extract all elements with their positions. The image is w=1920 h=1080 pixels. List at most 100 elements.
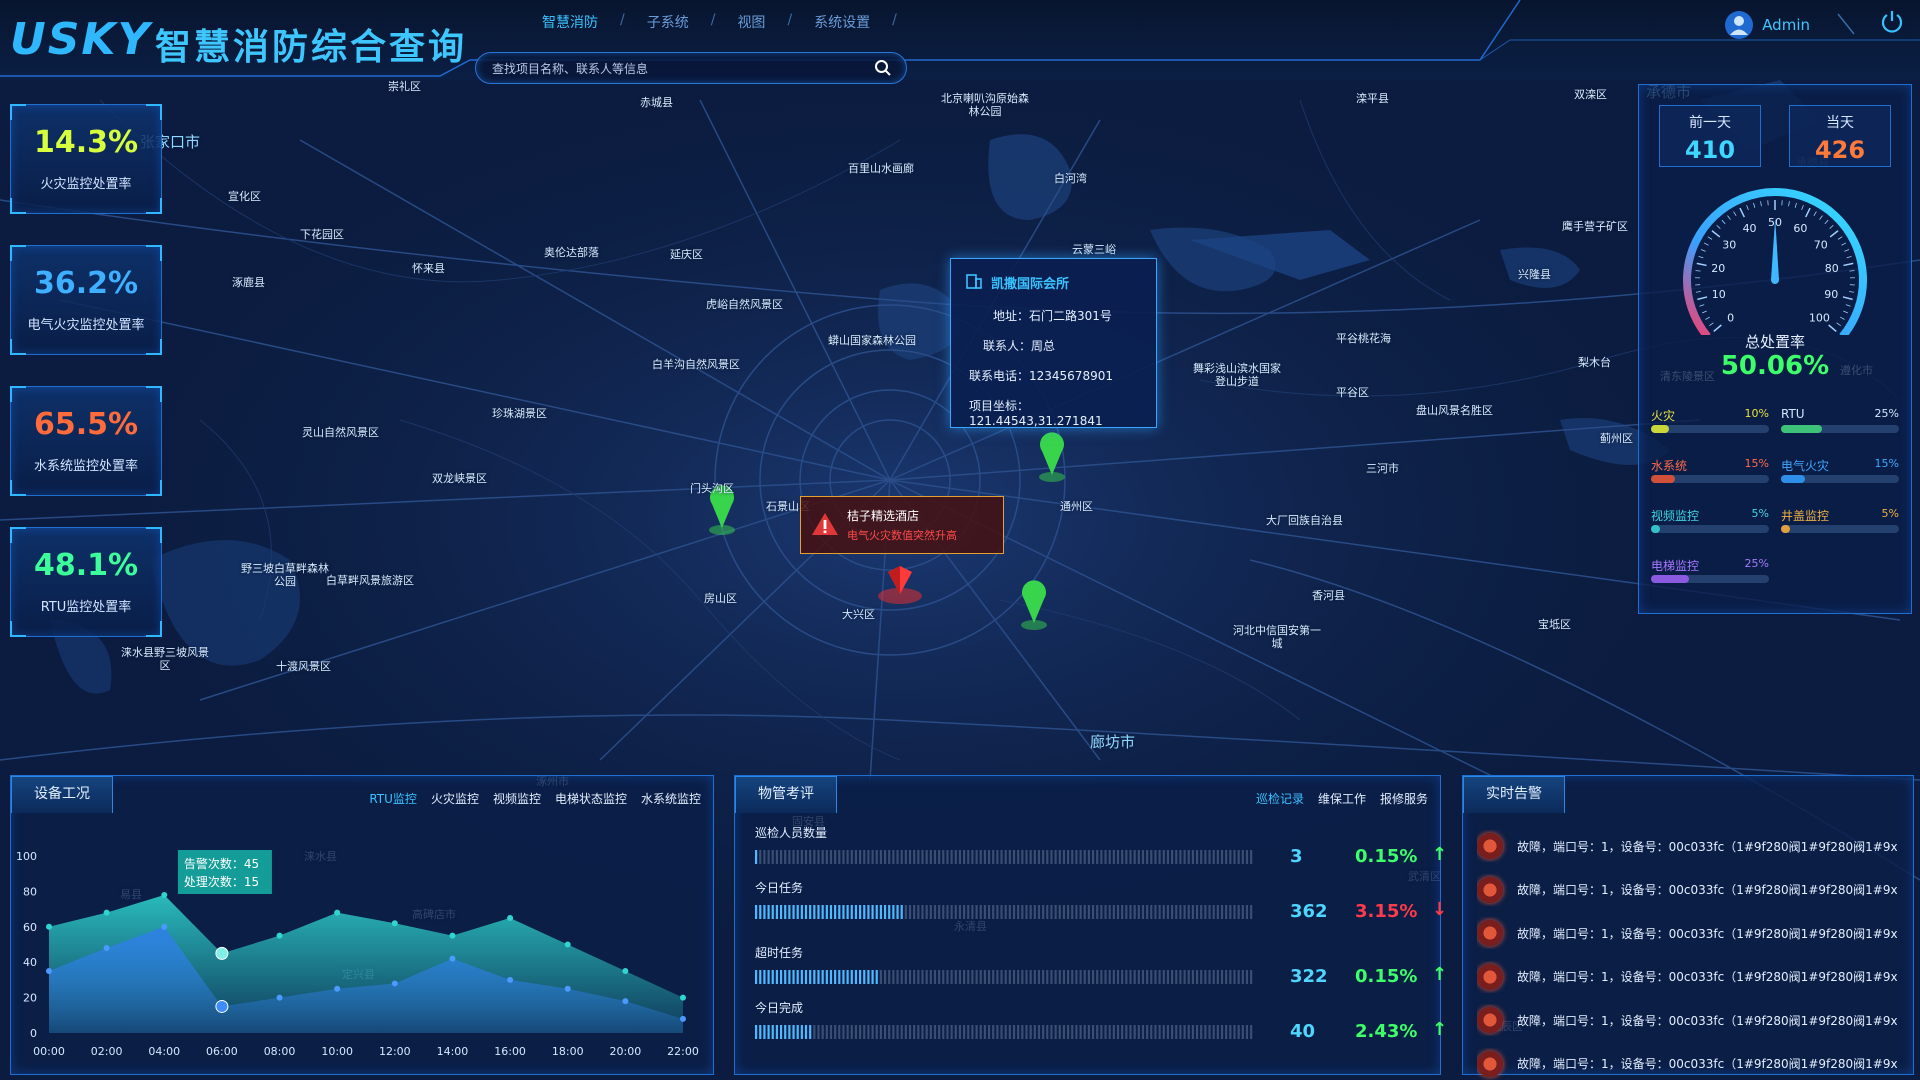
category-bar[interactable]: 电梯监控 25% xyxy=(1651,557,1769,583)
highlighted-point[interactable] xyxy=(215,999,229,1013)
data-point[interactable] xyxy=(391,920,398,927)
bar-segment xyxy=(958,1025,962,1039)
data-point[interactable] xyxy=(680,994,686,1001)
bar-segment xyxy=(821,905,824,919)
data-point[interactable] xyxy=(276,932,283,939)
bar-segment xyxy=(1237,970,1240,984)
bar-segment xyxy=(788,850,791,864)
property-row[interactable]: 今日完成 40 2.43% ↑ xyxy=(755,999,1447,1049)
data-point[interactable] xyxy=(564,941,571,948)
alert-popup[interactable]: 桔子精选酒店 电气火灾数值突然升高 xyxy=(800,496,1004,554)
bar-segment xyxy=(1187,905,1190,919)
stat-card[interactable]: 48.1% RTU监控处置率 xyxy=(10,527,162,637)
data-point[interactable] xyxy=(161,923,168,930)
sub-tab[interactable]: 电梯状态监控 xyxy=(555,790,627,807)
data-point[interactable] xyxy=(622,998,629,1005)
bar-segment xyxy=(971,850,974,864)
data-point[interactable] xyxy=(680,1015,686,1022)
property-row[interactable]: 巡检人员数量 3 0.15% ↑ xyxy=(755,824,1447,874)
data-point[interactable] xyxy=(564,985,571,992)
bar-segment xyxy=(1146,850,1149,864)
card-corner xyxy=(10,245,26,261)
bar-segment xyxy=(1175,1025,1178,1039)
category-bar[interactable]: RTU 25% xyxy=(1781,407,1899,433)
bar-segment xyxy=(925,1025,928,1039)
bar-segment xyxy=(788,905,791,919)
power-icon[interactable] xyxy=(1878,8,1906,36)
data-point[interactable] xyxy=(103,909,110,916)
sub-tab[interactable]: 水系统监控 xyxy=(641,790,701,807)
data-point[interactable] xyxy=(103,945,110,952)
alarm-item[interactable]: 故障，端口号：1，设备号：00c033fc（1#9f280阀1#9f280阀1#… xyxy=(1477,961,1897,993)
alarm-item[interactable]: 故障，端口号：1，设备号：00c033fc（1#9f280阀1#9f280阀1#… xyxy=(1477,917,1897,949)
bar-segment xyxy=(1104,905,1107,919)
data-point[interactable] xyxy=(46,923,52,930)
nav-view[interactable]: 视图 xyxy=(715,12,787,32)
bar-segment xyxy=(929,1025,932,1039)
alarm-item[interactable]: 故障，端口号：1，设备号：00c033fc（1#9f280阀1#9f280阀1#… xyxy=(1477,1004,1897,1036)
nav-smart-fire[interactable]: 智慧消防 xyxy=(520,12,620,32)
category-bar[interactable]: 火灾 10% xyxy=(1651,407,1769,433)
stat-card[interactable]: 14.3% 火灾监控处置率 xyxy=(10,104,162,214)
property-row[interactable]: 今日任务 362 3.15% ↓ xyxy=(755,879,1447,929)
bar-segment xyxy=(1046,850,1049,864)
sub-tab[interactable]: 巡检记录 xyxy=(1256,790,1304,807)
bar-segment xyxy=(1000,905,1003,919)
bar-segment xyxy=(1237,1025,1240,1039)
sub-tab[interactable]: 火灾监控 xyxy=(431,790,479,807)
alarm-item[interactable]: 故障，端口号：1，设备号：00c033fc（1#9f280阀1#9f280阀1#… xyxy=(1477,830,1897,862)
bar-segment xyxy=(908,1025,912,1039)
map-label: 舞彩浅山滨水国家登山步道 xyxy=(1193,362,1281,388)
bar-segment xyxy=(1133,970,1136,984)
sub-tab[interactable]: 维保工作 xyxy=(1318,790,1366,807)
category-bar[interactable]: 视频监控 5% xyxy=(1651,507,1769,533)
stat-value: 36.2% xyxy=(33,266,139,301)
sub-tab[interactable]: RTU监控 xyxy=(369,790,417,807)
bar-segment xyxy=(1112,1025,1115,1039)
bar-segment xyxy=(875,970,878,984)
bar-segment xyxy=(983,850,986,864)
gauge-tick-label: 60 xyxy=(1793,222,1807,235)
data-point[interactable] xyxy=(449,932,456,939)
search-input[interactable] xyxy=(490,57,874,81)
nav-subsystem[interactable]: 子系统 xyxy=(625,12,711,32)
data-point[interactable] xyxy=(622,968,629,975)
sub-tab[interactable]: 报修服务 xyxy=(1380,790,1428,807)
alarm-item[interactable]: 故障，端口号：1，设备号：00c033fc（1#9f280阀1#9f280阀1#… xyxy=(1477,1048,1897,1080)
bar-segment xyxy=(1158,1025,1161,1039)
x-tick-label: 08:00 xyxy=(264,1045,296,1058)
bar-segment xyxy=(1187,850,1190,864)
data-point[interactable] xyxy=(507,976,514,983)
data-point[interactable] xyxy=(334,985,341,992)
highlighted-point[interactable] xyxy=(215,946,229,960)
user-menu[interactable]: Admin xyxy=(1724,10,1810,40)
bar-segment xyxy=(883,850,887,864)
category-bar[interactable]: 水系统 15% xyxy=(1651,457,1769,483)
search-icon[interactable] xyxy=(874,59,892,77)
data-point[interactable] xyxy=(46,968,52,975)
stat-card[interactable]: 65.5% 水系统监控处置率 xyxy=(10,386,162,496)
data-point[interactable] xyxy=(334,909,341,916)
sub-tab[interactable]: 视频监控 xyxy=(493,790,541,807)
bar-segment xyxy=(1250,905,1253,919)
category-percent: 15% xyxy=(1874,457,1899,470)
data-point[interactable] xyxy=(449,955,456,962)
data-point[interactable] xyxy=(276,994,283,1001)
bar-segment xyxy=(792,905,795,919)
bar-segment xyxy=(1195,905,1199,919)
category-bar[interactable]: 电气火灾 15% xyxy=(1781,457,1899,483)
card-corner xyxy=(146,527,162,543)
bar-segment xyxy=(1112,970,1115,984)
stat-card[interactable]: 36.2% 电气火灾监控处置率 xyxy=(10,245,162,355)
trend-up-icon: ↑ xyxy=(1432,964,1448,985)
data-point[interactable] xyxy=(507,914,514,921)
alarm-item[interactable]: 故障，端口号：1，设备号：00c033fc（1#9f280阀1#9f280阀1#… xyxy=(1477,874,1897,906)
data-point[interactable] xyxy=(391,980,398,987)
category-bar[interactable]: 井盖监控 5% xyxy=(1781,507,1899,533)
bar-segment xyxy=(888,850,891,864)
nav-settings[interactable]: 系统设置 xyxy=(792,12,892,32)
property-row[interactable]: 超时任务 322 0.15% ↑ xyxy=(755,944,1447,994)
map-label: 赤城县 xyxy=(640,96,673,109)
bar-segment xyxy=(1175,905,1178,919)
data-point[interactable] xyxy=(161,891,168,898)
